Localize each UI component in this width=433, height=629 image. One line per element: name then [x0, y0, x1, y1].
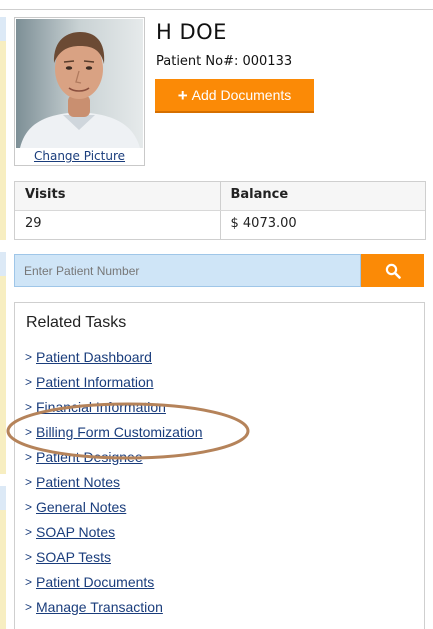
list-item: > General Notes: [25, 499, 203, 524]
table-header-row: Visits Balance: [15, 182, 425, 210]
task-link-patient-dashboard[interactable]: Patient Dashboard: [36, 349, 152, 365]
list-item: > Manage Transaction: [25, 599, 203, 624]
chevron-right-icon: >: [25, 575, 33, 589]
related-tasks-title: Related Tasks: [26, 314, 127, 331]
task-link-general-notes[interactable]: General Notes: [36, 499, 126, 515]
add-documents-button[interactable]: + Add Documents: [155, 79, 314, 113]
list-item: > Patient Notes: [25, 474, 203, 499]
left-panel-edge: [0, 252, 6, 474]
search-icon: [385, 263, 401, 279]
patient-number: Patient No#: 000133: [156, 54, 293, 69]
task-link-manage-transaction[interactable]: Manage Transaction: [36, 599, 163, 615]
table-row: 29 $ 4073.00: [15, 210, 425, 239]
left-panel-edge: [0, 486, 6, 629]
change-picture-link[interactable]: Change Picture: [15, 149, 144, 163]
task-link-soap-tests[interactable]: SOAP Tests: [36, 549, 111, 565]
chevron-right-icon: >: [25, 450, 33, 464]
visits-value: 29: [25, 216, 42, 231]
top-divider: [0, 0, 433, 10]
chevron-right-icon: >: [25, 600, 33, 614]
patient-photo-card: Change Picture: [14, 17, 145, 166]
patient-name: H DOE: [156, 20, 227, 44]
task-link-patient-notes[interactable]: Patient Notes: [36, 474, 120, 490]
chevron-right-icon: >: [25, 475, 33, 489]
visits-header: Visits: [25, 187, 66, 202]
patient-photo: [16, 19, 143, 148]
related-tasks-panel: Related Tasks > Patient Dashboard > Patien…: [14, 302, 425, 629]
list-item: > Patient Information: [25, 374, 203, 399]
chevron-right-icon: >: [25, 400, 33, 414]
chevron-right-icon: >: [25, 500, 33, 514]
chevron-right-icon: >: [25, 550, 33, 564]
list-item: > Patient Documents: [25, 574, 203, 599]
plus-icon: +: [177, 85, 188, 105]
task-link-patient-designee[interactable]: Patient Designee: [36, 449, 143, 465]
search-button[interactable]: [361, 254, 424, 287]
list-item: > SOAP Notes: [25, 524, 203, 549]
list-item: > Financial Information: [25, 399, 203, 424]
list-item: > SOAP Tests: [25, 549, 203, 574]
chevron-right-icon: >: [25, 525, 33, 539]
task-link-soap-notes[interactable]: SOAP Notes: [36, 524, 115, 540]
list-item: > Billing Form Customization: [25, 424, 203, 449]
task-link-billing-form-customization[interactable]: Billing Form Customization: [36, 424, 203, 440]
balance-value: $ 4073.00: [219, 211, 426, 239]
chevron-right-icon: >: [25, 350, 33, 364]
task-link-patient-documents[interactable]: Patient Documents: [36, 574, 154, 590]
visits-balance-table: Visits Balance 29 $ 4073.00: [14, 181, 426, 240]
list-item: > Patient Dashboard: [25, 349, 203, 374]
left-panel-edge: [0, 17, 6, 240]
task-link-patient-information[interactable]: Patient Information: [36, 374, 154, 390]
related-tasks-list: > Patient Dashboard > Patient Information …: [25, 349, 203, 624]
task-link-financial-information[interactable]: Financial Information: [36, 399, 166, 415]
list-item: > Patient Designee: [25, 449, 203, 474]
chevron-right-icon: >: [25, 375, 33, 389]
add-documents-label: Add Documents: [191, 87, 292, 103]
patient-number-search-input[interactable]: [14, 254, 361, 287]
balance-header: Balance: [219, 182, 426, 210]
chevron-right-icon: >: [25, 425, 33, 439]
